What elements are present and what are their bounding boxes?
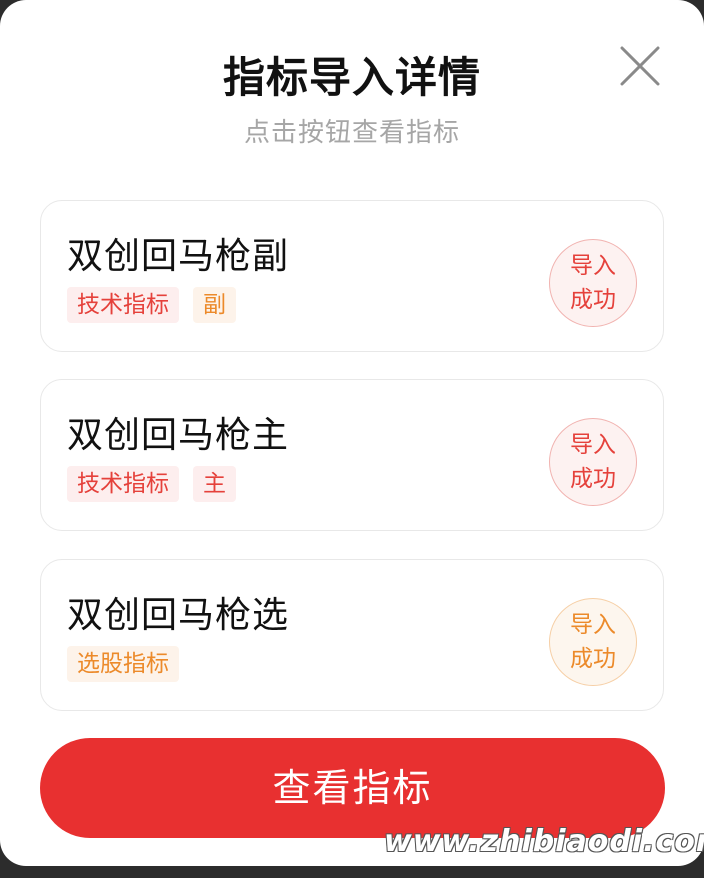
tag-main: 主 [193, 466, 236, 502]
tag-list: 技术指标 主 [67, 466, 236, 502]
tag-technical-indicator: 技术指标 [67, 287, 179, 323]
indicator-name: 双创回马枪选 [67, 595, 290, 636]
tag-technical-indicator: 技术指标 [67, 466, 179, 502]
badge-line-1: 导入 [570, 432, 616, 458]
badge-line-1: 导入 [570, 253, 616, 279]
badge-line-2: 成功 [570, 646, 616, 672]
tag-list: 技术指标 副 [67, 287, 236, 323]
import-success-badge: 导入 成功 [549, 239, 637, 327]
indicator-card-2[interactable]: 双创回马枪主 技术指标 主 导入 成功 [40, 379, 664, 531]
indicator-card-3[interactable]: 双创回马枪选 选股指标 导入 成功 [40, 559, 664, 711]
import-success-badge: 导入 成功 [549, 598, 637, 686]
indicator-card-1[interactable]: 双创回马枪副 技术指标 副 导入 成功 [40, 200, 664, 352]
indicator-name: 双创回马枪主 [67, 415, 290, 456]
import-success-badge: 导入 成功 [549, 418, 637, 506]
import-details-dialog: 指标导入详情 点击按钮查看指标 双创回马枪副 技术指标 副 导入 成功 双创回马… [0, 0, 704, 866]
badge-line-2: 成功 [570, 287, 616, 313]
close-icon [620, 46, 660, 86]
dialog-subtitle: 点击按钮查看指标 [243, 118, 460, 148]
tag-stock-selection-indicator: 选股指标 [67, 646, 179, 682]
site-watermark: www.zhibiaodi.com [384, 824, 704, 859]
indicator-name: 双创回马枪副 [67, 236, 290, 277]
view-indicators-button[interactable]: 查看指标 [40, 738, 665, 838]
tag-sub: 副 [193, 287, 236, 323]
tag-list: 选股指标 [67, 646, 179, 682]
close-button[interactable] [614, 40, 666, 92]
badge-line-1: 导入 [570, 612, 616, 638]
dialog-title: 指标导入详情 [222, 53, 481, 102]
badge-line-2: 成功 [570, 466, 616, 492]
